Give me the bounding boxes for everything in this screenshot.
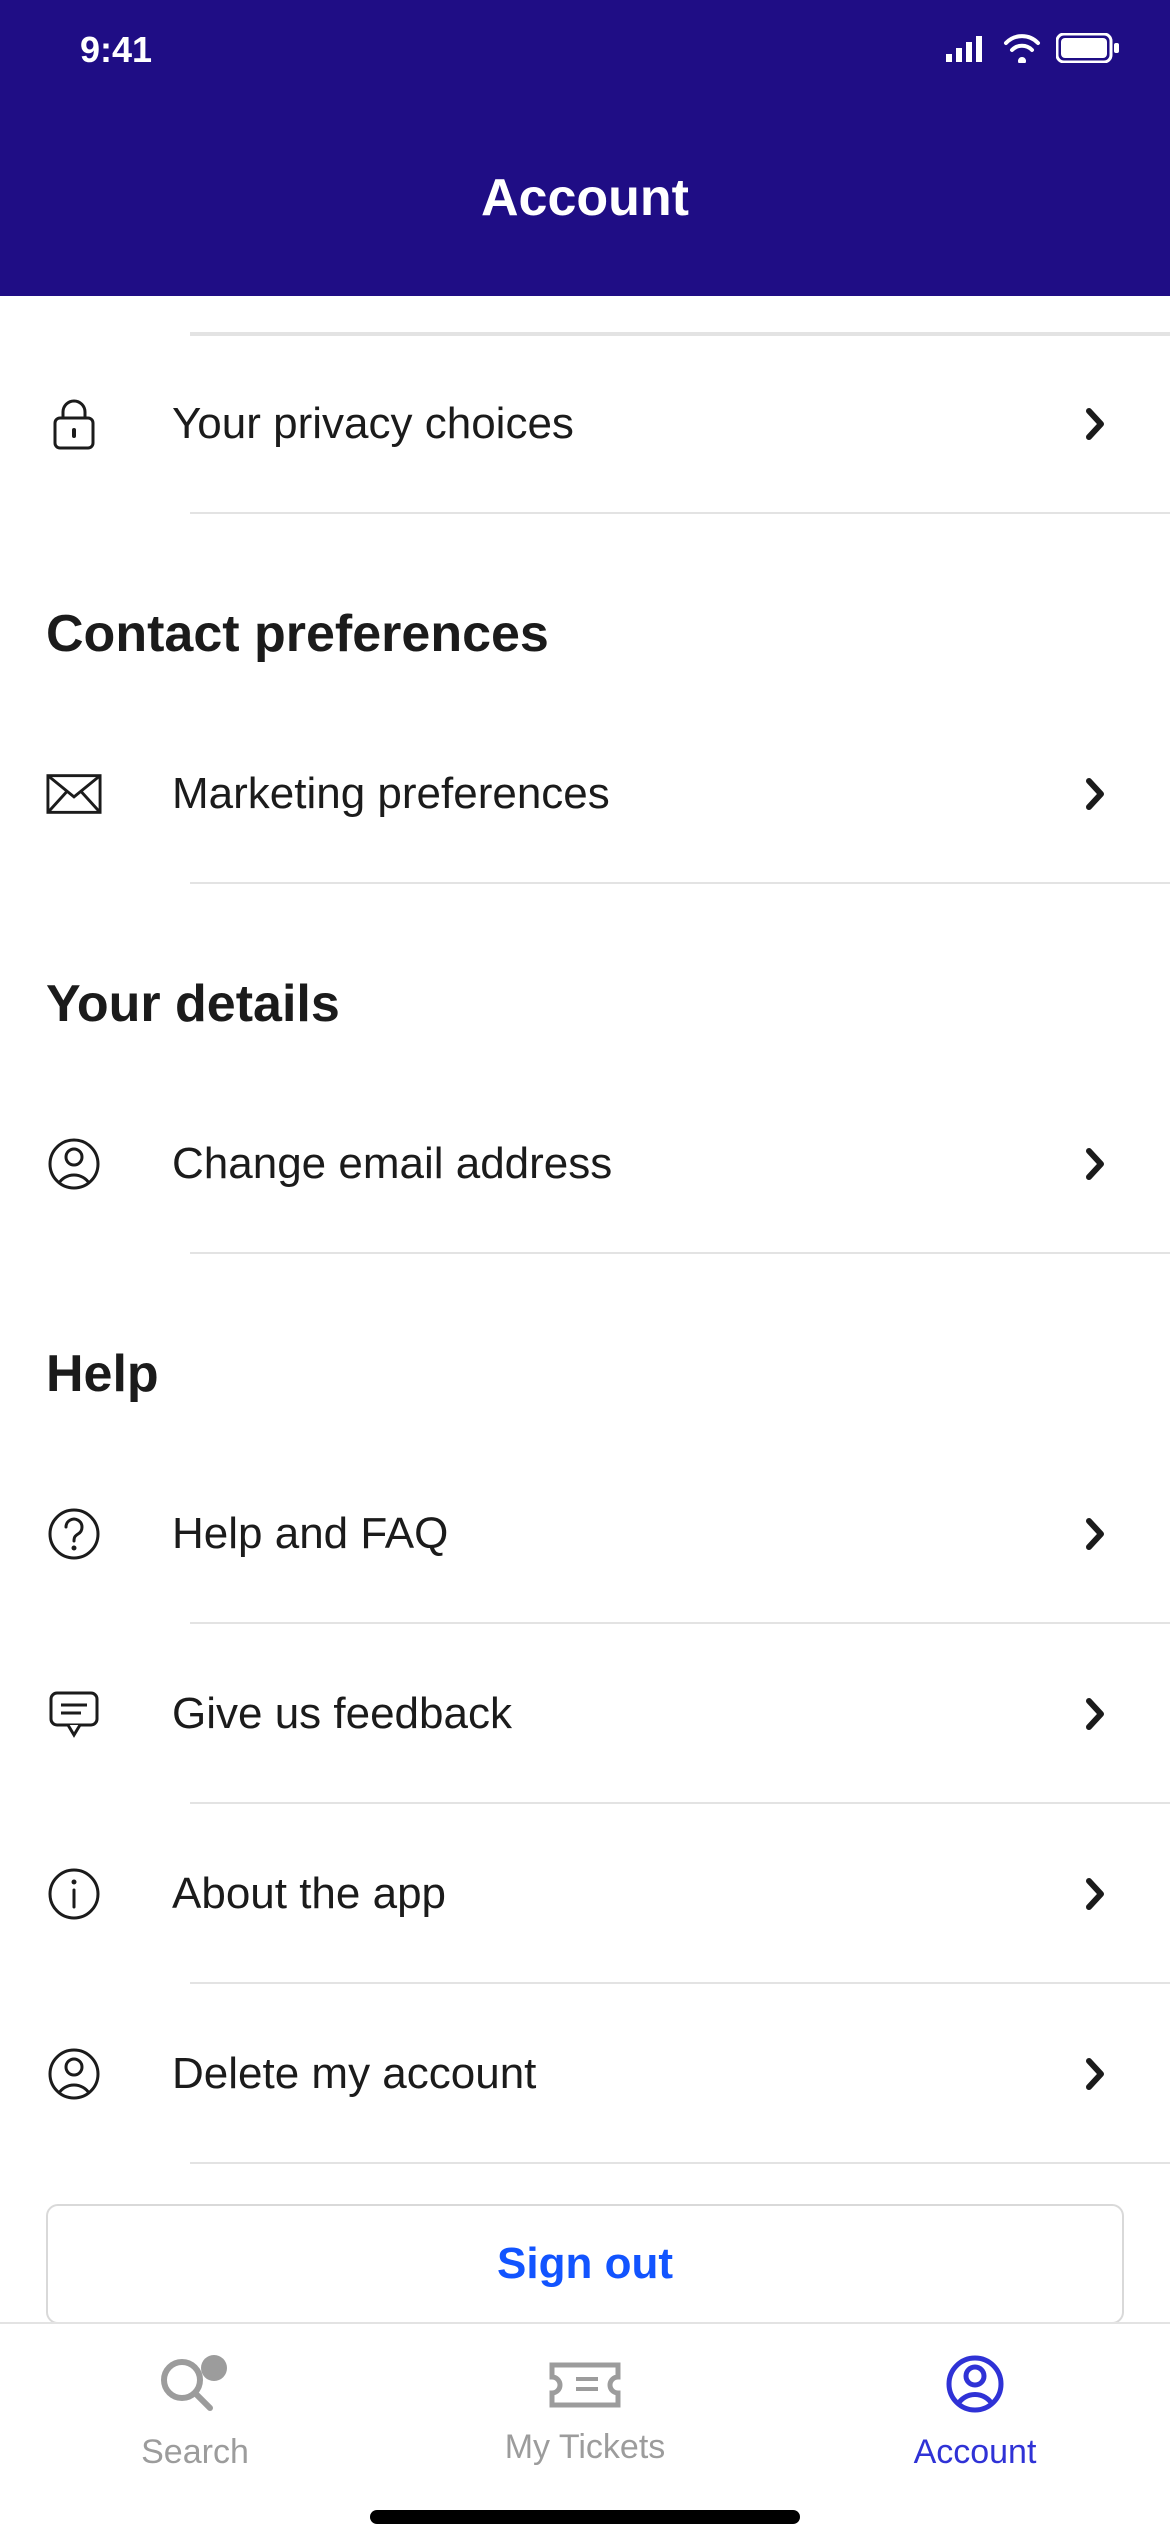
- tab-account[interactable]: Account: [780, 2324, 1170, 2502]
- tab-my-tickets[interactable]: My Tickets: [390, 2324, 780, 2502]
- nav-header: Account: [0, 100, 1170, 296]
- chevron-right-icon: [1078, 776, 1114, 812]
- signout-wrap: Sign out: [0, 2164, 1170, 2322]
- chevron-right-icon: [1078, 1876, 1114, 1912]
- chevron-right-icon: [1078, 2056, 1114, 2092]
- tab-search[interactable]: Search: [0, 2324, 390, 2502]
- account-icon: [945, 2354, 1005, 2419]
- status-icons: [946, 33, 1120, 68]
- chat-icon: [46, 1686, 102, 1742]
- home-indicator-area: [0, 2502, 1170, 2532]
- partial-row-above: [0, 296, 1170, 334]
- row-label: Marketing preferences: [172, 769, 1078, 819]
- search-icon: [156, 2354, 234, 2419]
- page-title: Account: [481, 168, 689, 228]
- wifi-icon: [1002, 33, 1042, 68]
- row-label: Your privacy choices: [172, 399, 1078, 449]
- section-help: Help: [0, 1254, 1170, 1444]
- mail-icon: [46, 766, 102, 822]
- row-help-faq[interactable]: Help and FAQ: [0, 1444, 1170, 1624]
- bottom-tab-bar: Search My Tickets Account: [0, 2322, 1170, 2502]
- row-about-app[interactable]: About the app: [0, 1804, 1170, 1984]
- home-indicator[interactable]: [370, 2510, 800, 2524]
- row-delete-account[interactable]: Delete my account: [0, 1984, 1170, 2164]
- row-marketing-prefs[interactable]: Marketing preferences: [0, 704, 1170, 884]
- row-label: Give us feedback: [172, 1689, 1078, 1739]
- status-bar: 9:41: [0, 0, 1170, 100]
- tab-label: My Tickets: [505, 2428, 666, 2467]
- row-label: Help and FAQ: [172, 1509, 1078, 1559]
- ticket-icon: [546, 2359, 624, 2414]
- sign-out-button[interactable]: Sign out: [46, 2204, 1124, 2322]
- battery-icon: [1056, 33, 1120, 68]
- tab-label: Search: [141, 2433, 249, 2472]
- chevron-right-icon: [1078, 1696, 1114, 1732]
- status-time: 9:41: [80, 29, 152, 71]
- tab-label: Account: [914, 2433, 1037, 2472]
- cellular-icon: [946, 34, 988, 67]
- question-circle-icon: [46, 1506, 102, 1562]
- section-your-details: Your details: [0, 884, 1170, 1074]
- row-label: Delete my account: [172, 2049, 1078, 2099]
- row-feedback[interactable]: Give us feedback: [0, 1624, 1170, 1804]
- person-circle-icon: [46, 2046, 102, 2102]
- content: Your privacy choices Contact preferences…: [0, 296, 1170, 2322]
- chevron-right-icon: [1078, 1516, 1114, 1552]
- row-privacy-choices[interactable]: Your privacy choices: [0, 334, 1170, 514]
- section-contact-prefs: Contact preferences: [0, 514, 1170, 704]
- info-circle-icon: [46, 1866, 102, 1922]
- row-label: About the app: [172, 1869, 1078, 1919]
- lock-icon: [46, 396, 102, 452]
- chevron-right-icon: [1078, 1146, 1114, 1182]
- person-circle-icon: [46, 1136, 102, 1192]
- row-change-email[interactable]: Change email address: [0, 1074, 1170, 1254]
- row-label: Change email address: [172, 1139, 1078, 1189]
- chevron-right-icon: [1078, 406, 1114, 442]
